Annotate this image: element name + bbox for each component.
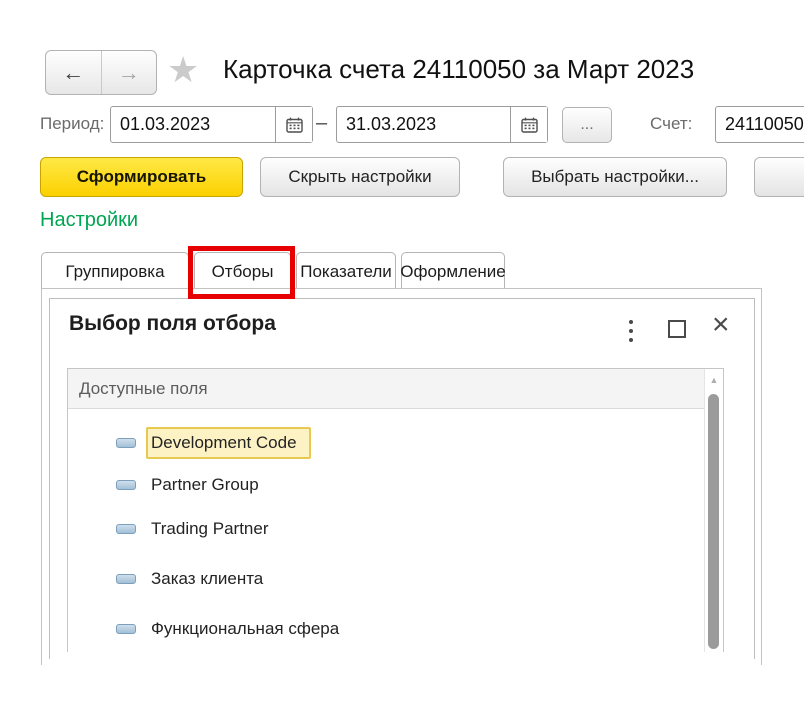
date-to-calendar-button[interactable] [510, 107, 547, 142]
tab-3[interactable]: Показатели [296, 252, 396, 290]
available-fields-list: Доступные поля ▲ Development Code Partner… [67, 368, 724, 652]
account-label: Счет: [650, 114, 692, 134]
settings-section-label: Настройки [40, 209, 138, 232]
page-title: Карточка счета 24110050 за Март 2023 [223, 54, 694, 85]
list-item-label: Development Code [146, 427, 311, 459]
tab-label: Показатели [300, 262, 392, 282]
field-dash-icon [116, 438, 136, 448]
period-options-button[interactable]: ... [562, 107, 612, 143]
tab-label: Оформление [400, 262, 506, 282]
field-dash-icon [116, 624, 136, 634]
field-dash-icon [116, 480, 136, 490]
field-dash-icon [116, 524, 136, 534]
date-from-field[interactable]: 01.03.2023 [110, 106, 313, 143]
account-card-window: ← → ★ Карточка счета 24110050 за Март 20… [0, 0, 804, 706]
calendar-icon [286, 117, 303, 133]
period-label: Период: [40, 114, 104, 134]
back-button[interactable]: ← [46, 51, 102, 94]
tab-2[interactable]: Отборы [194, 252, 291, 290]
list-item[interactable]: Trading Partner [68, 511, 705, 547]
tab-4[interactable]: Оформление [401, 252, 505, 290]
forward-button[interactable]: → [102, 51, 157, 94]
list-item[interactable]: Заказ клиента [68, 561, 705, 597]
list-item-label: Trading Partner [146, 513, 273, 545]
dialog-close-icon[interactable]: × [712, 310, 730, 340]
tab-1[interactable]: Группировка [41, 252, 189, 290]
list-item-label: Функциональная сфера [146, 613, 344, 645]
date-to-field[interactable]: 31.03.2023 [336, 106, 548, 143]
list-header: Доступные поля [68, 369, 705, 409]
account-field[interactable]: 24110050 [715, 106, 804, 143]
calendar-icon [521, 117, 538, 133]
generate-button[interactable]: Сформировать [40, 157, 243, 197]
list-item[interactable]: Partner Group [68, 467, 705, 503]
list-item-label: Partner Group [146, 469, 264, 501]
clipped-right-button[interactable] [754, 157, 804, 197]
choose-settings-button[interactable]: Выбрать настройки... [503, 157, 727, 197]
scroll-up-icon[interactable]: ▲ [705, 375, 723, 385]
date-from-calendar-button[interactable] [275, 107, 312, 142]
favorite-star-icon[interactable]: ★ [167, 49, 199, 91]
list-item-label: Заказ клиента [146, 563, 268, 595]
date-from-value[interactable]: 01.03.2023 [111, 114, 275, 135]
dialog-maximize-icon[interactable] [668, 320, 686, 338]
account-value[interactable]: 24110050 [716, 114, 804, 135]
period-range-dash: – [316, 112, 327, 135]
hide-settings-button[interactable]: Скрыть настройки [260, 157, 460, 197]
dialog-title: Выбор поля отбора [69, 312, 276, 336]
forward-arrow-icon: → [118, 62, 140, 84]
tab-label: Группировка [65, 262, 164, 282]
settings-tabs: Группировка Отборы Показатели Оформление [41, 252, 510, 290]
dialog-more-icon[interactable] [623, 319, 639, 343]
date-to-value[interactable]: 31.03.2023 [337, 114, 510, 135]
list-item[interactable]: Функциональная сфера [68, 611, 705, 647]
list-item[interactable]: Development Code [68, 425, 705, 461]
field-dash-icon [116, 574, 136, 584]
tab-label: Отборы [212, 262, 274, 282]
list-scrollbar[interactable]: ▲ [704, 369, 723, 652]
scrollbar-thumb[interactable] [708, 394, 719, 649]
history-nav-group: ← → [45, 50, 157, 95]
back-arrow-icon: ← [62, 62, 84, 84]
